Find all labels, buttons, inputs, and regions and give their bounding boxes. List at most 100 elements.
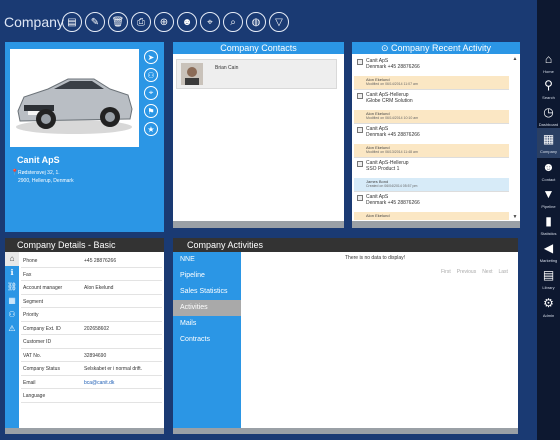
nav-item-library[interactable]: ▤ Library [537,264,560,294]
activity-timestamp: Modified on 06/13/2014 11:48 am [366,150,418,154]
flag-icon[interactable]: ⚑ [144,104,158,118]
table-row: Email bca@canit.dk [21,376,162,389]
contact-card[interactable]: Brian Cain [176,59,337,89]
field-label: Language [23,393,46,399]
details-table: Phone +45 28876266 Fax Account manager Alo… [21,254,162,403]
company-icon: ▦ [542,132,555,146]
person-icon[interactable]: ☻ [177,12,197,32]
pager-previous[interactable]: Previous [457,269,476,275]
company-icon [357,127,363,133]
field-label: Customer ID [23,339,52,345]
activity-timestamp: Modified on 06/14/2014 10:10 am [366,116,419,120]
pager-next[interactable]: Next [482,269,492,275]
search-icon: ⚲ [544,78,553,92]
nav-label: Contact [541,177,556,182]
people-icon[interactable]: ⚇ [5,308,19,322]
activity-timestamp: Created on 06/04/2014 05:57 pm [366,184,418,188]
list-item[interactable]: Canit ApS-Hellerup iGlobe CRM Solution Al… [354,90,509,124]
list-item[interactable]: Canit ApS Denmark +45 28876266 Alon Ekelu… [354,56,509,90]
company-details-header: Company Details - Basic [5,238,164,252]
company-activities-header: Company Activities [173,238,518,252]
nav-label: Search [542,95,555,100]
location-icon[interactable]: ⌖ [200,12,220,32]
add-group-icon[interactable]: ⚇ [144,68,158,82]
recent-activity-header: ⊙ Company Recent Activity [352,42,520,54]
field-label: VAT No. [23,352,42,359]
list-item[interactable]: Canit ApS Denmark +45 28876266 Alon Ekelu… [354,124,509,158]
menu-item-contracts[interactable]: Contracts [173,332,241,348]
activity-scrollbar[interactable]: ▲ ▼ [512,56,518,220]
field-value: Selskabet er i normal drift. [84,366,143,372]
menu-item-pipeline[interactable]: Pipeline [173,268,241,284]
pager-last[interactable]: Last [498,269,507,275]
print-icon[interactable]: ⎙ [131,12,151,32]
nav-label: Dashboard [538,122,559,127]
link-icon[interactable]: ⛓ [5,280,19,294]
nav-item-dashboard[interactable]: ◷ Dashboard [537,101,560,131]
new-document-icon[interactable]: ▤ [62,12,82,32]
field-label: Email [23,379,36,386]
table-row: Account manager Alon Ekelund [21,281,162,295]
library-icon: ▤ [542,268,555,282]
activity-subtitle: Denmark +45 28876266 [366,64,420,70]
info-icon[interactable]: ℹ [5,266,19,280]
warning-icon[interactable]: ⚠ [5,322,19,336]
pager: First Previous Next Last [441,269,508,275]
chart-icon[interactable]: ▦ [5,294,19,308]
nav-item-company[interactable]: ▦ Company [537,128,560,158]
home-icon[interactable]: ⌂ [5,252,19,266]
filter-icon[interactable]: ▽ [269,12,289,32]
scroll-down-icon[interactable]: ▼ [512,214,518,220]
contacts-footer [173,221,344,228]
field-label: Priority [23,312,39,318]
menu-item-nne[interactable]: NNE [173,252,241,268]
nav-item-admin[interactable]: ⚙ Admin [537,292,560,322]
contact-avatar [181,63,203,85]
activities-footer [173,428,518,434]
contacts-header: Company Contacts [173,42,344,54]
add-contact-icon[interactable]: ⊕ [154,12,174,32]
activity-footer [352,221,520,228]
address-line2: 2900, Hellerup, Denmark [18,178,74,184]
table-row: Segment [21,295,162,308]
menu-item-mails[interactable]: Mails [173,316,241,332]
field-label: Account manager [23,285,63,291]
company-icon [357,59,363,65]
list-item[interactable]: Canit ApS Denmark +45 28876266 Alon Ekelu… [354,192,509,220]
address-line1: Rødstensvej 32, 1. [18,170,60,176]
nav-item-marketing[interactable]: ◀ Marketing [537,237,560,267]
nav-label: Pipeline [541,204,556,209]
field-value: 32894690 [84,352,107,359]
scroll-up-icon[interactable]: ▲ [512,56,518,62]
menu-item-sales-statistics[interactable]: Sales Statistics [173,284,241,300]
company-actions: ➤ ⚇ ⌖ ⚑ ★ [144,50,158,136]
edit-document-icon[interactable]: ✎ [85,12,105,32]
nav-label: Marketing [539,258,558,263]
delete-icon[interactable]: 🗑 [108,12,128,32]
search-location-icon[interactable]: ⌕ [223,12,243,32]
table-row: Language [21,389,162,403]
location-icon[interactable]: ⌖ [144,86,158,100]
details-side-nav: ⌂ ℹ ⛓ ▦ ⚇ ⚠ [5,252,19,428]
pager-first[interactable]: First [441,269,451,275]
page-title: Company [4,14,64,30]
nav-item-pipeline[interactable]: ▼ Pipeline [537,183,560,213]
nav-label: Admin [542,313,555,318]
table-row: VAT No. 32894690 [21,349,162,362]
pipeline-icon [357,93,363,99]
table-row: Customer ID [21,335,162,349]
field-value: 202658602 [84,325,110,332]
pipeline-icon [357,161,363,167]
star-icon[interactable]: ★ [144,122,158,136]
contact-name: Brian Cain [215,65,239,71]
list-item[interactable]: Canit ApS-Hellerup SSO Product 1 James Bo… [354,158,509,192]
nav-item-contact[interactable]: ☻ Contact [537,156,560,186]
nav-item-statistics[interactable]: ▮ Statistics [537,210,560,240]
admin-icon: ⚙ [543,296,554,310]
field-label: Segment [23,298,44,305]
navigate-icon[interactable]: ➤ [144,50,158,64]
nav-item-search[interactable]: ⚲ Search [537,74,560,104]
menu-item-activities[interactable]: Activities [173,300,241,316]
globe-icon[interactable]: ◍ [246,12,266,32]
email-link[interactable]: bca@canit.dk [84,380,114,386]
